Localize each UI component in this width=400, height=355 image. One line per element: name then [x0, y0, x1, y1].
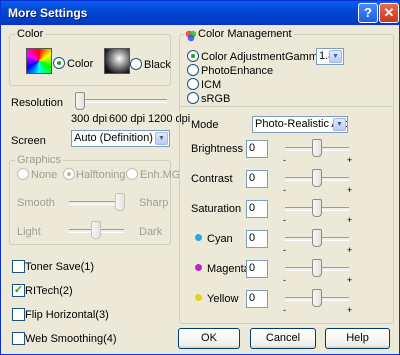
color-circles-icon — [185, 30, 197, 42]
contrast-input[interactable]: 0 — [246, 170, 268, 188]
light-label: Light — [17, 226, 41, 238]
magenta-color-dot-icon — [195, 264, 202, 271]
srgb-radio[interactable] — [187, 92, 199, 104]
brightness-label: Brightness — [191, 143, 243, 155]
brightness-plus-label: + — [347, 155, 353, 165]
saturation-label: Saturation — [191, 203, 242, 215]
yellow-slider[interactable] — [312, 289, 322, 307]
cyan-label: Cyan — [207, 233, 233, 245]
magenta-input[interactable]: 0 — [246, 260, 268, 278]
black-swatch-icon — [104, 48, 130, 74]
screen-label: Screen — [11, 135, 46, 147]
brightness-minus-label: - — [283, 155, 286, 165]
resolution-slider[interactable] — [75, 92, 85, 110]
srgb-label: sRGB — [201, 93, 231, 105]
graphics-halftoning-radio[interactable] — [63, 168, 75, 180]
title-bar: More Settings ? ✕ — [1, 1, 399, 25]
magenta-label: Magenta — [207, 263, 250, 275]
graphics-enhmg-radio[interactable] — [126, 168, 138, 180]
cyan-color-dot-icon — [195, 234, 202, 241]
smoothness-slider[interactable] — [115, 193, 125, 211]
density-slider[interactable] — [91, 221, 101, 239]
yellow-label: Yellow — [207, 293, 239, 305]
color-swatch-icon — [26, 48, 52, 74]
resolution-track — [79, 99, 167, 103]
graphics-none-label: None — [31, 169, 58, 181]
contrast-plus-label: + — [347, 185, 353, 195]
cyan-minus-label: - — [283, 245, 286, 255]
yellow-input[interactable]: 0 — [246, 290, 268, 308]
help-title-button[interactable]: ? — [358, 3, 378, 23]
saturation-minus-label: - — [283, 215, 286, 225]
screen-select-value: Auto (Definition) — [74, 132, 153, 144]
gamma-select[interactable]: 1.8 ▼ — [316, 48, 344, 65]
flip-horizontal-label: Flip Horizontal(3) — [25, 309, 109, 321]
saturation-plus-label: + — [347, 215, 353, 225]
graphics-enhmg-label: Enh.MG — [140, 169, 181, 181]
dark-label: Dark — [139, 226, 163, 238]
graphics-none-radio[interactable] — [17, 168, 29, 180]
web-smoothing-label: Web Smoothing(4) — [25, 333, 117, 345]
window-title: More Settings — [8, 6, 88, 20]
sharp-label: Sharp — [139, 197, 169, 209]
flip-horizontal-checkbox[interactable] — [12, 308, 25, 321]
toner-save-checkbox[interactable] — [12, 260, 25, 273]
brightness-slider[interactable] — [312, 139, 322, 157]
color-adjustment-label: Color Adjustment — [201, 51, 285, 63]
ok-button[interactable]: OK — [178, 328, 240, 349]
resolution-label: Resolution — [11, 97, 63, 109]
yellow-minus-label: - — [283, 305, 286, 315]
saturation-input[interactable]: 0 — [246, 200, 268, 218]
yellow-plus-label: + — [347, 305, 353, 315]
magenta-minus-label: - — [283, 275, 286, 285]
photoenhance-radio[interactable] — [187, 64, 199, 76]
icm-label: ICM — [201, 79, 222, 91]
ritech-label: RITech(2) — [25, 285, 73, 297]
black-radio[interactable] — [130, 58, 142, 70]
color-radio-label: Color — [67, 58, 94, 70]
color-group-label: Color — [15, 28, 46, 40]
more-settings-dialog: More Settings ? ✕ Color Color Black Reso… — [0, 0, 400, 355]
chevron-down-icon: ▼ — [329, 50, 342, 63]
resolution-tick-600: 600 dpi — [109, 113, 146, 125]
black-radio-label: Black — [144, 59, 171, 71]
color-radio[interactable] — [53, 57, 65, 69]
cyan-slider[interactable] — [312, 229, 322, 247]
magenta-plus-label: + — [347, 275, 353, 285]
smooth-label: Smooth — [17, 197, 55, 209]
graphics-halftoning-label: Halftoning — [76, 169, 126, 181]
mode-label: Mode — [191, 119, 219, 131]
screen-select[interactable]: Auto (Definition) ▼ — [71, 130, 170, 147]
yellow-color-dot-icon — [195, 294, 202, 301]
mode-select[interactable]: Photo-Realistic Accent ▼ — [252, 116, 348, 133]
photoenhance-label: PhotoEnhance — [201, 65, 274, 77]
magenta-slider[interactable] — [312, 259, 322, 277]
cyan-input[interactable]: 0 — [246, 230, 268, 248]
ritech-checkbox[interactable]: ✓ — [12, 284, 25, 297]
brightness-input[interactable]: 0 — [246, 140, 268, 158]
color-adjustment-radio[interactable] — [187, 50, 199, 62]
toner-save-label: Toner Save(1) — [25, 261, 95, 273]
resolution-tick-300: 300 dpi — [71, 113, 108, 125]
chevron-down-icon: ▼ — [333, 118, 346, 131]
icm-radio[interactable] — [187, 78, 199, 90]
contrast-label: Contrast — [191, 173, 233, 185]
contrast-slider[interactable] — [312, 169, 322, 187]
saturation-slider[interactable] — [312, 199, 322, 217]
contrast-minus-label: - — [283, 185, 286, 195]
chevron-down-icon: ▼ — [155, 132, 168, 145]
cancel-button[interactable]: Cancel — [250, 328, 316, 349]
web-smoothing-checkbox[interactable] — [12, 332, 25, 345]
cyan-plus-label: + — [347, 245, 353, 255]
graphics-group-label: Graphics — [15, 154, 64, 166]
color-management-divider — [180, 106, 393, 107]
close-button[interactable]: ✕ — [379, 3, 399, 23]
color-management-group-label: Color Management — [184, 28, 294, 40]
help-button[interactable]: Help — [325, 328, 390, 349]
